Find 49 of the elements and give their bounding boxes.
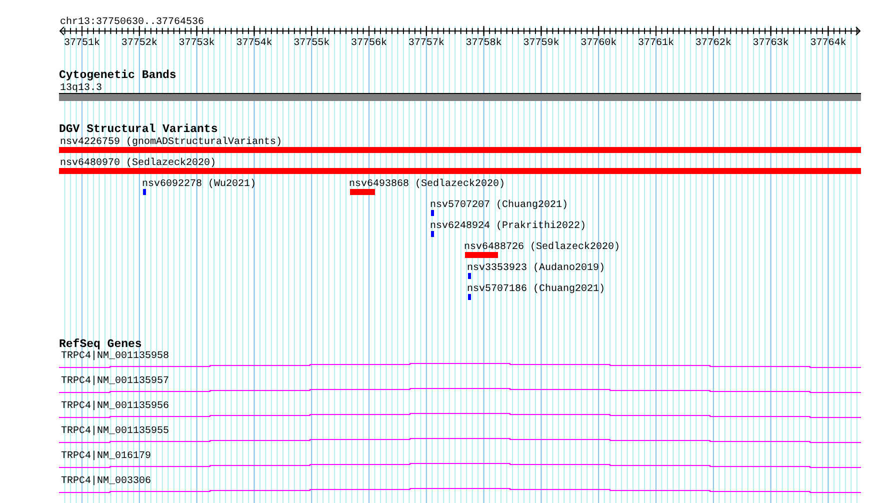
variant-bar[interactable] bbox=[431, 231, 434, 237]
variant-label: nsv6092278 (Wu2021) bbox=[142, 179, 256, 190]
tick-label: 37755k bbox=[294, 38, 330, 49]
gene-label: TRPC4|NM_016179 bbox=[61, 451, 152, 462]
tick-label: 37761k bbox=[638, 38, 674, 49]
tick-label: 37757k bbox=[408, 38, 444, 49]
variant-label: nsv3353923 (Audano2019) bbox=[467, 263, 606, 274]
variant-bar[interactable] bbox=[143, 189, 146, 195]
tick-label: 37752k bbox=[121, 38, 158, 49]
variant-bar[interactable] bbox=[465, 252, 498, 258]
track-title: DGV Structural Variants bbox=[59, 123, 218, 136]
variant-bar[interactable] bbox=[431, 210, 434, 216]
tick-label: 37751k bbox=[64, 38, 100, 49]
gene-line[interactable] bbox=[58, 463, 862, 468]
variant-label: nsv6488726 (Sedlazeck2020) bbox=[464, 242, 620, 253]
variant-label: nsv6493868 (Sedlazeck2020) bbox=[349, 179, 506, 190]
band-label: 13q13.3 bbox=[60, 83, 102, 94]
gene-line[interactable] bbox=[58, 413, 862, 418]
tick-label: 37756k bbox=[351, 38, 387, 49]
gene-line[interactable] bbox=[58, 488, 862, 493]
variant-label: nsv6480970 (Sedlazeck2020) bbox=[60, 158, 216, 169]
gene-label: TRPC4|NM_001135957 bbox=[61, 376, 170, 387]
variant-label: nsv5707207 (Chuang2021) bbox=[430, 200, 568, 211]
tick-label: 37763k bbox=[752, 38, 789, 49]
tick-label: 37759k bbox=[523, 38, 560, 49]
tick-label: 37762k bbox=[695, 38, 732, 49]
variant-label: nsv6248924 (Prakrithi2022) bbox=[430, 221, 586, 232]
track-title: RefSeq Genes bbox=[59, 338, 142, 351]
variant-label: nsv5707186 (Chuang2021) bbox=[467, 284, 606, 295]
variant-bar[interactable] bbox=[350, 189, 375, 195]
tick-label: 37760k bbox=[580, 38, 617, 49]
gene-line[interactable] bbox=[58, 363, 862, 368]
tick-label: 37764k bbox=[810, 38, 846, 49]
gene-label: TRPC4|NM_001135955 bbox=[61, 426, 170, 437]
variant-bar[interactable] bbox=[59, 147, 861, 153]
location-label: chr13:37750630..37764536 bbox=[60, 17, 204, 28]
tick-label: 37758k bbox=[466, 38, 502, 49]
tick-label: 37753k bbox=[178, 38, 215, 49]
gene-line[interactable] bbox=[58, 438, 862, 443]
variant-bar[interactable] bbox=[468, 273, 471, 279]
variant-bar[interactable] bbox=[59, 168, 861, 174]
gene-label: TRPC4|NM_003306 bbox=[61, 476, 152, 487]
variant-label: nsv4226759 (gnomADStructuralVariants) bbox=[60, 137, 282, 148]
gene-label: TRPC4|NM_001135958 bbox=[61, 351, 170, 362]
track-title: Cytogenetic Bands bbox=[59, 69, 176, 82]
tick-label: 37754k bbox=[236, 38, 272, 49]
gene-line[interactable] bbox=[58, 388, 862, 393]
gene-label: TRPC4|NM_001135956 bbox=[61, 401, 170, 412]
variant-bar[interactable] bbox=[468, 294, 471, 300]
